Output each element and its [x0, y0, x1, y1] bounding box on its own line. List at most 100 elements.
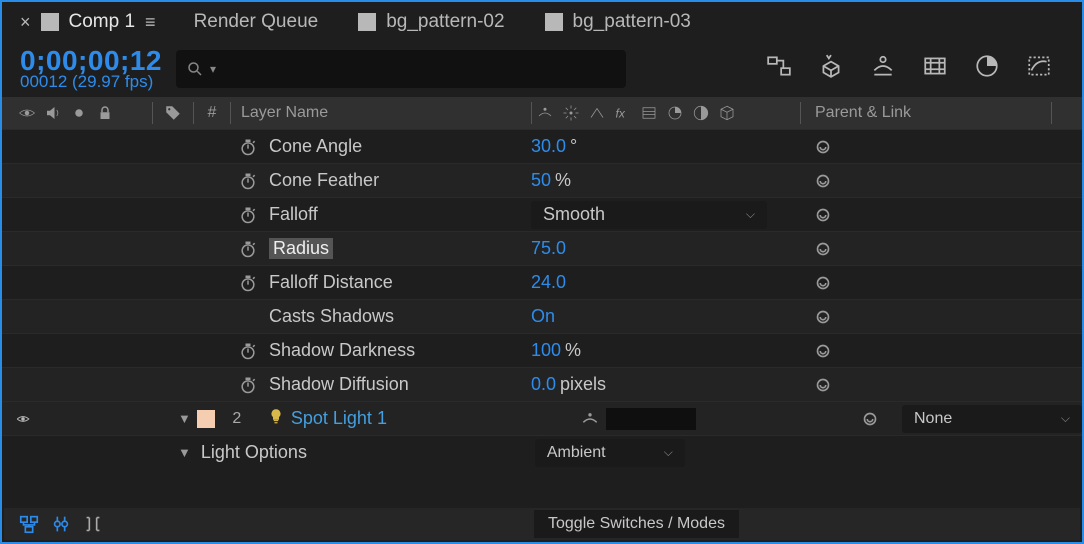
- video-toggle[interactable]: [2, 412, 30, 426]
- stopwatch-icon[interactable]: [237, 205, 259, 225]
- stopwatch-icon[interactable]: [237, 341, 259, 361]
- property-name[interactable]: Falloff Distance: [237, 272, 527, 293]
- pickwhip[interactable]: [844, 408, 896, 430]
- adjustment-icon[interactable]: [692, 104, 710, 122]
- tab-render-queue[interactable]: Render Queue: [188, 7, 325, 37]
- comp-icon: [545, 13, 563, 31]
- tab-bgpattern-03[interactable]: bg_pattern-03: [539, 7, 697, 37]
- property-name[interactable]: Radius: [237, 238, 527, 259]
- layer-index: 2: [225, 410, 249, 428]
- property-value[interactable]: 75.0: [527, 238, 797, 259]
- stopwatch-icon[interactable]: [237, 239, 259, 259]
- pickwhip-icon[interactable]: [797, 204, 849, 226]
- property-value[interactable]: 50%: [527, 170, 797, 191]
- property-name[interactable]: Shadow Diffusion: [237, 374, 527, 395]
- layer-name-label[interactable]: Spot Light 1: [291, 408, 387, 429]
- panel-menu-icon[interactable]: ≡: [145, 12, 154, 33]
- eye-icon[interactable]: [18, 104, 36, 122]
- shy-icon[interactable]: [580, 409, 600, 429]
- property-row: Cone Angle 30.0°: [2, 129, 1082, 163]
- layer-switches: [576, 408, 844, 430]
- lock-icon[interactable]: [96, 104, 114, 122]
- tab-bgpattern-02[interactable]: bg_pattern-02: [352, 7, 510, 37]
- property-dropdown[interactable]: Smooth⌵: [531, 201, 767, 229]
- property-value[interactable]: 30.0°: [527, 136, 797, 157]
- pickwhip-icon[interactable]: [797, 136, 849, 158]
- property-value[interactable]: Smooth⌵: [527, 201, 797, 229]
- property-row: Radius 75.0: [2, 231, 1082, 265]
- twirl-icon[interactable]: ▼: [178, 445, 191, 460]
- property-value[interactable]: 0.0 pixels: [527, 374, 797, 395]
- comp-flowchart-icon[interactable]: [766, 53, 792, 84]
- property-name-label: Radius: [269, 238, 333, 259]
- tab-comp1[interactable]: × Comp 1 ≡: [14, 7, 160, 37]
- timeline-footer: Toggle Switches / Modes: [4, 508, 1080, 540]
- search-field[interactable]: [222, 61, 616, 76]
- solo-icon[interactable]: [70, 104, 88, 122]
- fx-icon[interactable]: fx: [614, 104, 632, 122]
- toggle-switches-modes-button[interactable]: Toggle Switches / Modes: [534, 510, 739, 538]
- tab-label: Render Queue: [194, 11, 319, 33]
- property-name[interactable]: Falloff: [237, 204, 527, 225]
- pickwhip-icon[interactable]: [797, 272, 849, 294]
- close-icon[interactable]: ×: [20, 12, 31, 33]
- property-value[interactable]: On: [527, 306, 797, 327]
- motion-blur-switch-icon[interactable]: [666, 104, 684, 122]
- tab-label: Comp 1: [69, 11, 136, 33]
- stopwatch-icon[interactable]: [237, 137, 259, 157]
- twirl-icon[interactable]: ▼: [178, 411, 191, 426]
- property-name-label: Cone Angle: [269, 136, 362, 157]
- tag-icon: [164, 104, 182, 122]
- mode-box[interactable]: [606, 408, 696, 430]
- stopwatch-icon[interactable]: [237, 171, 259, 191]
- draft3d-icon[interactable]: [818, 53, 844, 84]
- pickwhip-icon[interactable]: [797, 340, 849, 362]
- brackets-icon[interactable]: [82, 513, 104, 535]
- stopwatch-icon[interactable]: [237, 375, 259, 395]
- label-column[interactable]: [153, 104, 193, 122]
- property-name-label: Falloff Distance: [269, 272, 393, 293]
- timecode-display[interactable]: 0;00;00;12: [20, 46, 162, 75]
- index-column[interactable]: #: [194, 104, 230, 122]
- eye-icon: [16, 412, 30, 426]
- layer-name-column[interactable]: Layer Name: [231, 104, 531, 122]
- frame-blend-icon[interactable]: [922, 53, 948, 84]
- property-name-label: Cone Feather: [269, 170, 379, 191]
- frame-blend-switch-icon[interactable]: [640, 104, 658, 122]
- shy-icon[interactable]: [870, 53, 896, 84]
- property-name[interactable]: Cone Feather: [237, 170, 527, 191]
- pickwhip-icon[interactable]: [797, 170, 849, 192]
- toggle-switches-icon[interactable]: [50, 513, 72, 535]
- property-name[interactable]: Cone Angle: [237, 136, 527, 157]
- chevron-down-icon: ⌵: [664, 445, 673, 460]
- search-input[interactable]: ▾: [176, 50, 626, 88]
- layer-color-chip[interactable]: [197, 410, 215, 428]
- property-name[interactable]: Shadow Darkness: [237, 340, 527, 361]
- quality-icon[interactable]: [588, 104, 606, 122]
- property-name[interactable]: Casts Shadows: [237, 306, 527, 327]
- light-options-label: Light Options: [201, 442, 535, 463]
- graph-editor-icon[interactable]: [1026, 53, 1052, 84]
- collapse-icon[interactable]: [562, 104, 580, 122]
- tab-label: bg_pattern-02: [386, 11, 504, 33]
- 3d-switch-icon[interactable]: [718, 104, 736, 122]
- pickwhip-icon[interactable]: [797, 374, 849, 396]
- property-value[interactable]: 24.0: [527, 272, 797, 293]
- pickwhip-icon[interactable]: [797, 238, 849, 260]
- motion-blur-icon[interactable]: [974, 53, 1000, 84]
- property-row: Cone Feather 50%: [2, 163, 1082, 197]
- light-options-row: ▼ Light Options Ambient ⌵: [2, 435, 1082, 469]
- composition-mini-flowchart-icon[interactable]: [18, 513, 40, 535]
- framecount-display[interactable]: 00012 (29.97 fps): [20, 73, 162, 91]
- light-type-dropdown[interactable]: Ambient ⌵: [535, 439, 685, 467]
- property-row: Falloff Distance 24.0: [2, 265, 1082, 299]
- property-value[interactable]: 100%: [527, 340, 797, 361]
- parent-column[interactable]: Parent & Link: [801, 104, 1051, 122]
- pickwhip-icon[interactable]: [797, 306, 849, 328]
- parent-dropdown[interactable]: None ⌵: [902, 405, 1082, 433]
- stopwatch-icon[interactable]: [237, 273, 259, 293]
- comp-icon: [358, 13, 376, 31]
- speaker-icon[interactable]: [44, 104, 62, 122]
- shy-switch-icon[interactable]: [536, 104, 554, 122]
- layer-row[interactable]: ▼ 2 Spot Light 1 None ⌵: [2, 401, 1082, 435]
